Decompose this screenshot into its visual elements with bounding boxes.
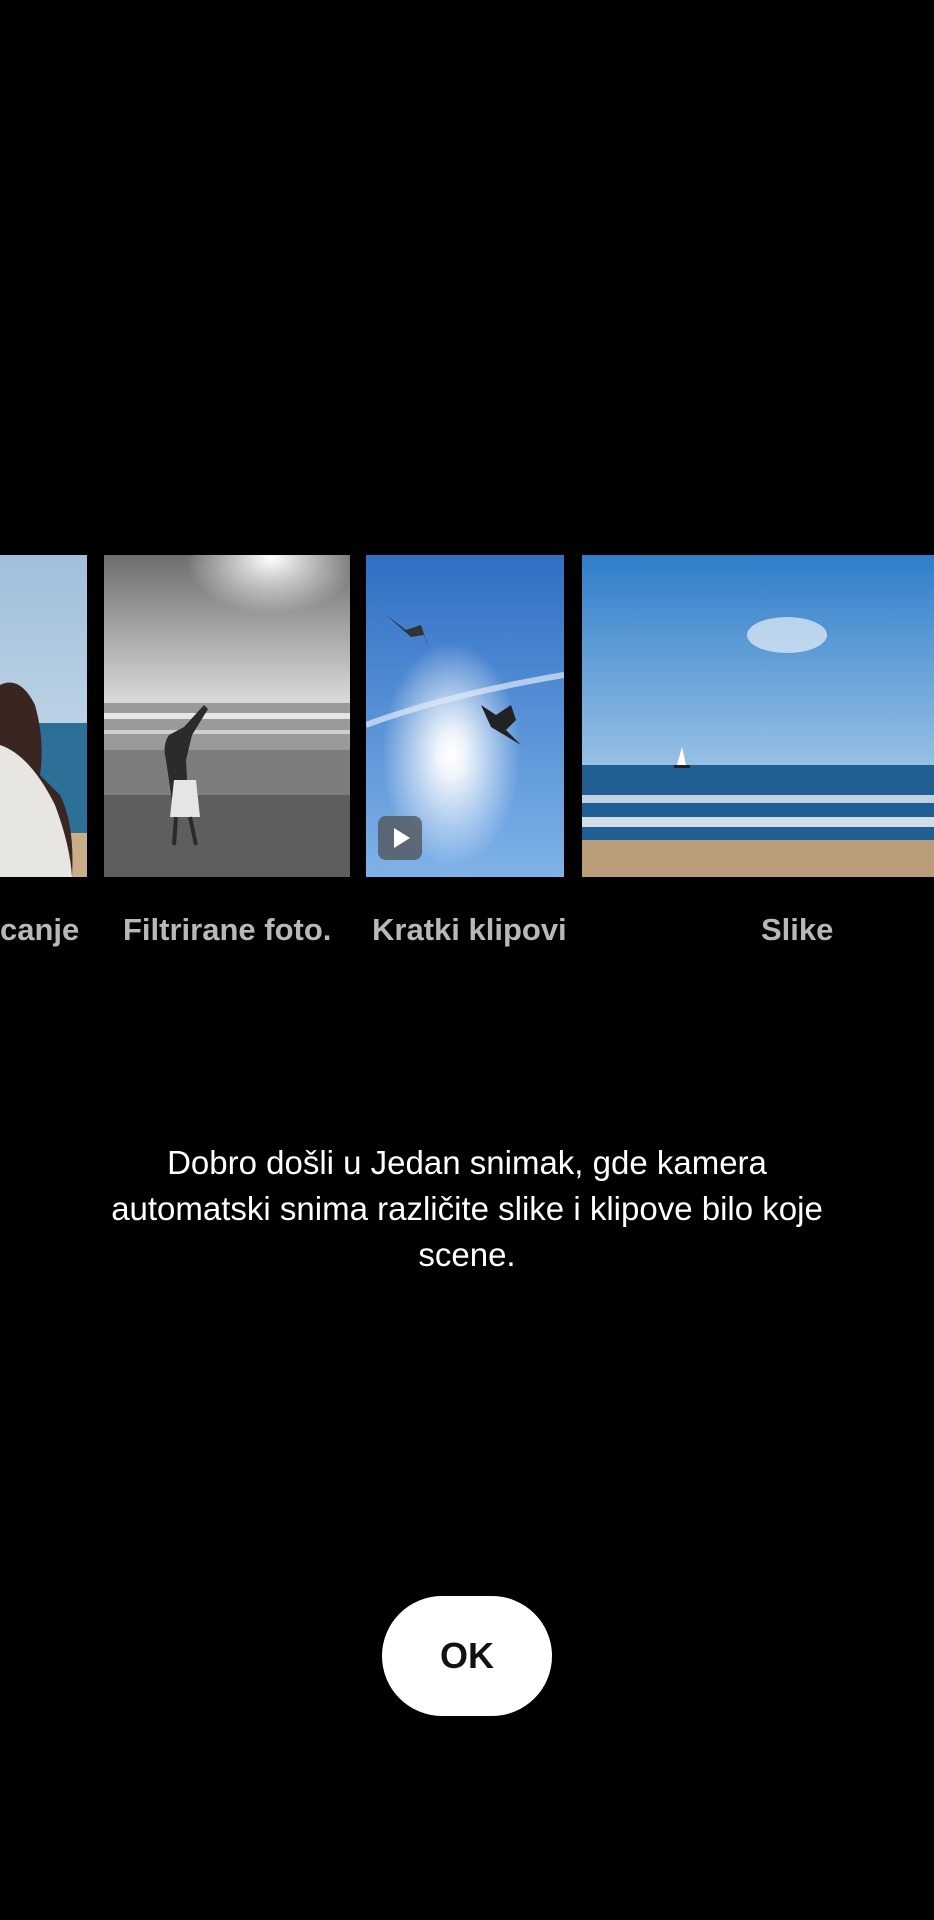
thumbnail-sailboat-sea[interactable] bbox=[582, 555, 934, 877]
ok-button[interactable]: OK bbox=[382, 1596, 552, 1716]
mode-label-pictures[interactable]: Slike bbox=[761, 905, 833, 955]
mode-label-1[interactable]: canje bbox=[0, 905, 79, 955]
sailboat-photo bbox=[582, 555, 934, 877]
welcome-message: Dobro došli u Jedan snimak, gde kamera a… bbox=[111, 1144, 823, 1273]
mode-label-short-clips[interactable]: Kratki klipovi bbox=[372, 905, 567, 955]
portrait-photo bbox=[0, 555, 87, 877]
thumbnail-portrait-beach[interactable] bbox=[0, 555, 87, 877]
thumbnail-black-and-white-beach[interactable] bbox=[104, 555, 350, 877]
play-icon bbox=[378, 816, 422, 860]
mode-label-filtered-photos[interactable]: Filtrirane foto. bbox=[123, 905, 331, 955]
mode-labels: canje Filtrirane foto. Kratki klipovi Sl… bbox=[0, 905, 934, 955]
thumbnail-seagulls-clip[interactable] bbox=[366, 555, 564, 877]
mode-carousel[interactable] bbox=[0, 555, 934, 877]
black-and-white-photo bbox=[104, 555, 350, 877]
